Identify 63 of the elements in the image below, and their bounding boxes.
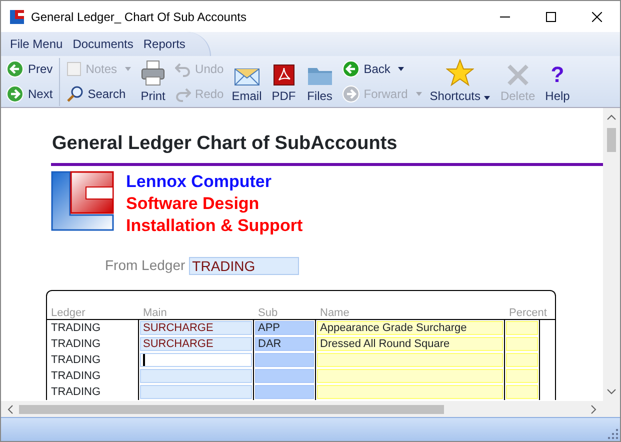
field-label: From Ledger xyxy=(105,256,186,275)
resize-grip-icon xyxy=(608,429,618,439)
input-field[interactable] xyxy=(140,385,252,399)
table-cell: TRADING xyxy=(47,352,139,368)
input-field[interactable] xyxy=(255,369,314,383)
toolbar-button[interactable]: Shortcuts xyxy=(424,56,496,106)
caret-icon xyxy=(125,67,132,71)
toolbar-button[interactable]: ? Help xyxy=(540,56,575,106)
note-icon xyxy=(66,61,82,77)
report-title: General Ledger Chart of SubAccounts xyxy=(52,132,398,156)
input-field[interactable] xyxy=(140,369,252,383)
column-header: Sub xyxy=(257,307,279,319)
menu-item[interactable]: Documents xyxy=(68,32,138,56)
input-field[interactable]: Dressed All Round Square xyxy=(317,337,503,351)
pdf-icon xyxy=(272,62,296,86)
toolbar-button[interactable]: PDF xyxy=(266,56,301,106)
input-field[interactable] xyxy=(255,353,314,367)
caret-icon xyxy=(484,96,490,100)
toolbar-button[interactable]: Email xyxy=(226,56,267,106)
toolbar-button[interactable]: Prev xyxy=(3,58,56,80)
table-cell: TRADING xyxy=(47,336,139,352)
input-field[interactable]: TRADING xyxy=(189,256,300,274)
scrollbar-thumb[interactable] xyxy=(607,128,616,152)
company-text: Installation & Support xyxy=(126,215,303,237)
input-field[interactable]: SURCHARGE xyxy=(140,337,252,351)
toolbar-button[interactable]: Back xyxy=(338,58,425,80)
column-header: Name xyxy=(319,307,350,319)
printer-icon xyxy=(139,58,168,86)
menu-item[interactable]: Reports xyxy=(138,32,190,56)
company-logo xyxy=(51,171,115,231)
company-text: Software Design xyxy=(126,193,260,215)
search-icon xyxy=(66,85,84,103)
company-text: Lennox Computer xyxy=(126,171,272,193)
scrollbar-thumb[interactable] xyxy=(19,404,444,414)
toolbar-button[interactable]: Search xyxy=(62,82,134,106)
table-cell: TRADING xyxy=(47,368,139,384)
toolbar-button[interactable]: Print xyxy=(134,56,172,106)
table-cell: TRADING xyxy=(47,320,139,336)
column-header: Ledger xyxy=(50,307,86,319)
input-field[interactable]: APP xyxy=(255,321,314,335)
input-field[interactable]: Appearance Grade Surcharge xyxy=(317,321,503,335)
close-icon xyxy=(592,12,602,22)
toolbar-button[interactable]: Next xyxy=(3,82,56,106)
window-title: General Ledger_ Chart Of Sub Accounts xyxy=(31,8,248,26)
input-field[interactable]: SURCHARGE xyxy=(140,321,252,335)
caret-icon xyxy=(398,67,404,71)
question-mark-icon: ? xyxy=(550,62,564,86)
caret-icon xyxy=(416,92,422,96)
input-field[interactable] xyxy=(255,385,314,399)
input-field[interactable] xyxy=(140,353,252,367)
vertical-scrollbar[interactable] xyxy=(603,108,620,401)
star-icon xyxy=(446,58,474,86)
x-icon xyxy=(506,62,530,86)
maximize-icon xyxy=(546,12,556,22)
toolbar-button[interactable]: Files xyxy=(300,56,339,106)
table-cell: TRADING xyxy=(47,384,139,400)
input-field[interactable]: DAR xyxy=(255,337,314,351)
column-header: Main xyxy=(142,307,168,319)
undo-icon xyxy=(175,61,192,77)
app-logo-icon xyxy=(9,8,25,24)
redo-icon xyxy=(175,86,192,102)
column-header: Percent xyxy=(508,307,548,319)
menu-item[interactable]: File Menu xyxy=(5,32,68,56)
